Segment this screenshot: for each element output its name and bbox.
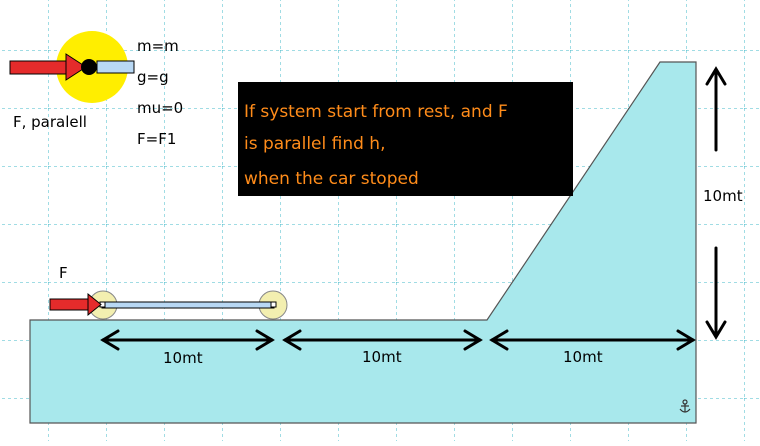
legend-point	[81, 59, 97, 75]
dimension-label-height: 10mt	[703, 187, 743, 205]
legend-body-bar	[96, 60, 135, 74]
param-mass: m=m	[137, 37, 179, 55]
param-gravity: g=g	[137, 68, 169, 86]
problem-line-2: is parallel find h,	[244, 134, 386, 154]
dimension-label-1: 10mt	[163, 349, 203, 367]
dimension-label-2: 10mt	[362, 348, 402, 366]
diagram-canvas: F, paralell m=m g=g mu=0 F=F1 If system …	[0, 0, 760, 441]
diagram-svg: F, paralell m=m g=g mu=0 F=F1 If system …	[0, 0, 760, 441]
dimension-label-3: 10mt	[563, 348, 603, 366]
param-friction: mu=0	[137, 99, 183, 117]
problem-line-1: If system start from rest, and F	[244, 102, 508, 122]
legend-caption: F, paralell	[13, 113, 87, 131]
problem-line-3: when the car stoped	[244, 169, 419, 189]
force-label: F	[59, 264, 68, 282]
param-force: F=F1	[137, 130, 176, 148]
car-body	[101, 301, 275, 309]
